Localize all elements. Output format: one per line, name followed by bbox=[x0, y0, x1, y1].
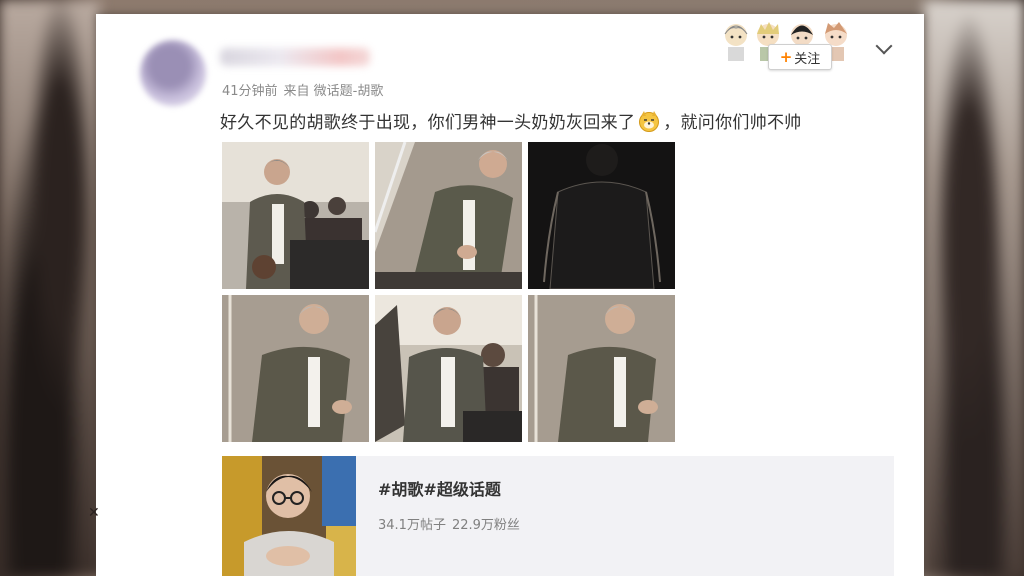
post-meta: 41分钟前 来自 微话题-胡歌 bbox=[222, 80, 383, 99]
photo-thumbnail-2[interactable] bbox=[375, 142, 522, 289]
post-text: 好久不见的胡歌终于出现，你们男神一头奶奶灰回来了 ，就问你们帅不帅 bbox=[220, 108, 802, 133]
post-text-part-2: ，就问你们帅不帅 bbox=[663, 113, 802, 133]
cartoon-character-icon bbox=[724, 24, 748, 61]
topic-thumbnail bbox=[222, 456, 356, 576]
topic-posts-count: 34.1万帖子 bbox=[378, 518, 446, 533]
weibo-post-card: 41分钟前 来自 微话题-胡歌 好久不见的胡歌终于出现，你们男神一头奶奶灰回来了 … bbox=[96, 14, 924, 576]
post-text-part-1: 好久不见的胡歌终于出现，你们男神一头奶奶灰回来了 bbox=[220, 113, 636, 133]
photo-grid bbox=[222, 142, 678, 442]
decorative-mark-icon: ✕ bbox=[88, 505, 100, 521]
photo-thumbnail-6[interactable] bbox=[528, 295, 675, 442]
blurred-backdrop-left bbox=[0, 0, 100, 576]
post-source[interactable]: 来自 微话题-胡歌 bbox=[284, 84, 384, 99]
post-time: 41分钟前 bbox=[222, 84, 278, 99]
topic-stats: 34.1万帖子 22.9万粉丝 bbox=[378, 514, 520, 533]
plus-icon: + bbox=[779, 48, 793, 66]
photo-thumbnail-1[interactable] bbox=[222, 142, 369, 289]
topic-info: #胡歌#超级话题 34.1万帖子 22.9万粉丝 bbox=[356, 456, 520, 576]
photo-thumbnail-5[interactable] bbox=[375, 295, 522, 442]
follow-area: + 关注 bbox=[720, 16, 890, 86]
topic-title[interactable]: #胡歌#超级话题 bbox=[378, 476, 520, 500]
super-topic-card[interactable]: #胡歌#超级话题 34.1万帖子 22.9万粉丝 bbox=[222, 456, 894, 576]
photo-thumbnail-4[interactable] bbox=[222, 295, 369, 442]
doge-emoji-icon bbox=[638, 110, 660, 132]
follow-label: 关注 bbox=[794, 51, 821, 67]
follow-button[interactable]: + 关注 bbox=[768, 44, 832, 70]
username-blurred[interactable] bbox=[220, 48, 370, 66]
blurred-backdrop-right bbox=[924, 0, 1024, 576]
avatar[interactable] bbox=[140, 40, 206, 106]
photo-thumbnail-3[interactable] bbox=[528, 142, 675, 289]
topic-fans-count: 22.9万粉丝 bbox=[451, 518, 520, 533]
